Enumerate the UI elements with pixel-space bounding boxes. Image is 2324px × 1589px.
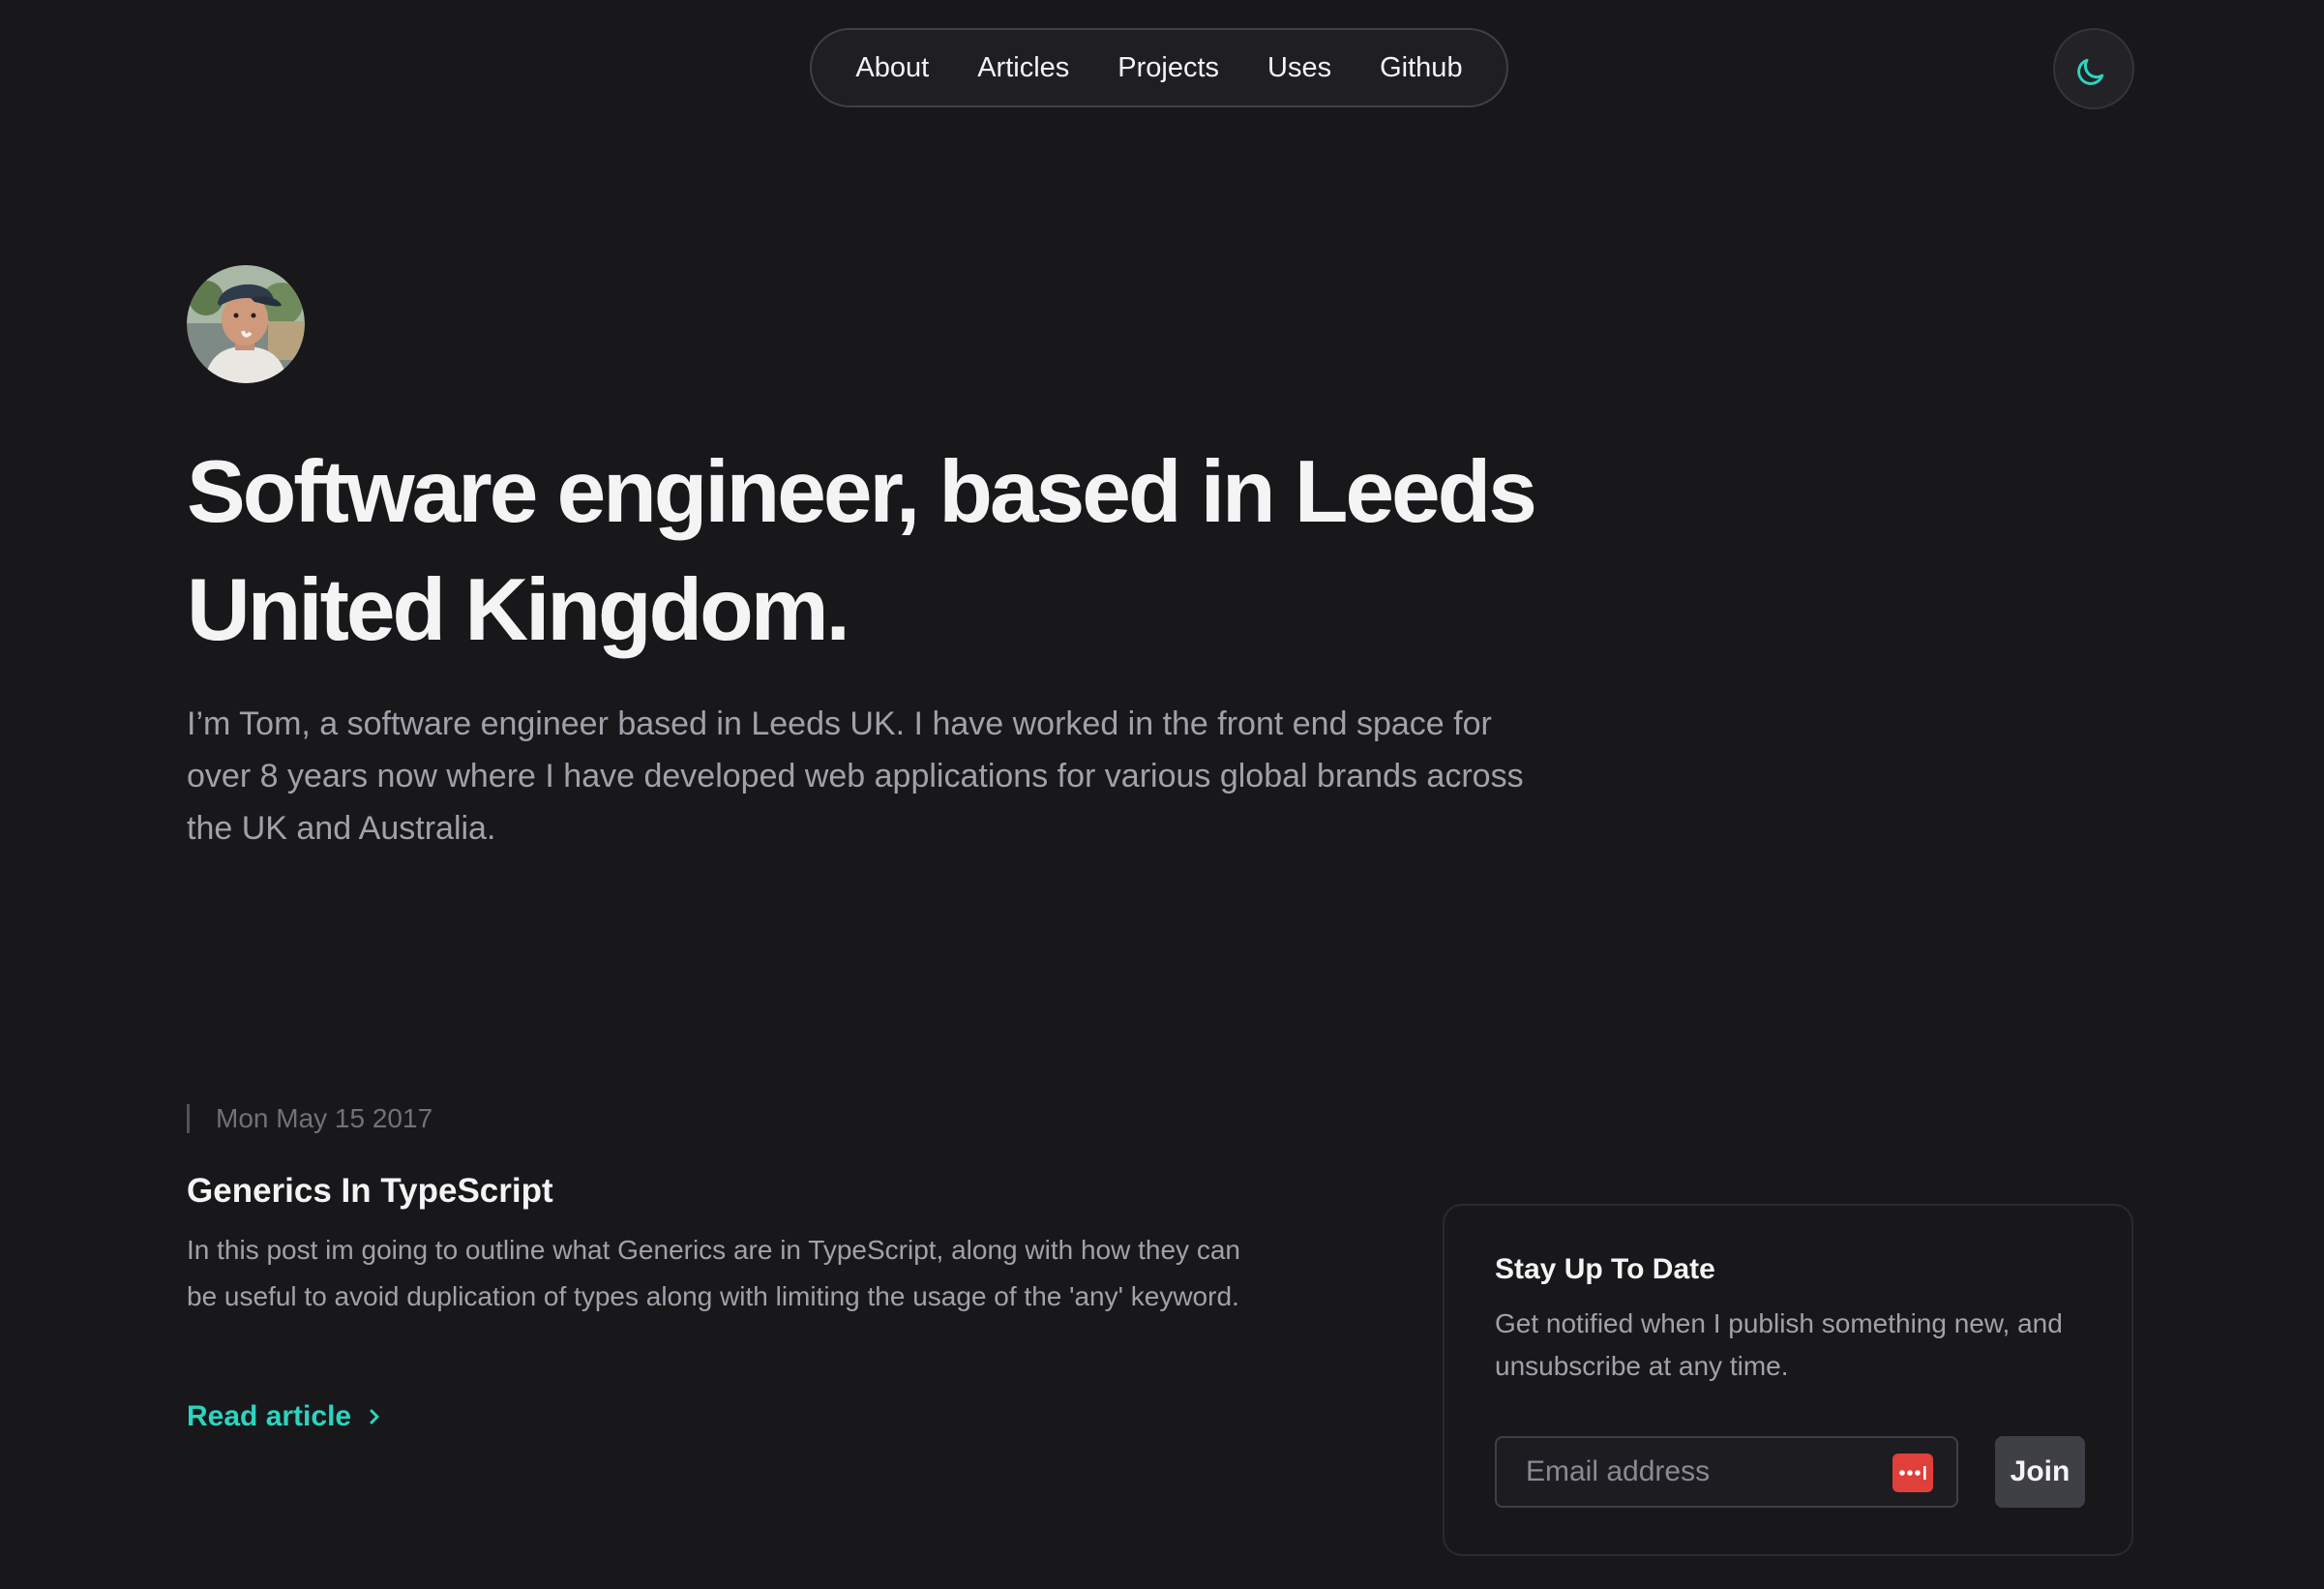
page-title: Software engineer, based in Leeds United… <box>187 434 1619 670</box>
newsletter-title: Stay Up To Date <box>1495 1253 1715 1285</box>
date-divider <box>187 1104 190 1133</box>
profile-photo <box>187 265 305 383</box>
newsletter-description: Get notified when I publish something ne… <box>1495 1308 2063 1381</box>
article-title[interactable]: Generics In TypeScript <box>187 1168 553 1214</box>
email-input[interactable] <box>1497 1438 1956 1506</box>
title-line-2: United Kingdom. <box>187 561 850 659</box>
chevron-right-icon <box>370 1409 379 1424</box>
read-article-link[interactable]: Read article <box>187 1395 382 1438</box>
nav-link-about[interactable]: About <box>855 52 929 84</box>
nav-link-articles[interactable]: Articles <box>977 52 1069 84</box>
nav-link-projects[interactable]: Projects <box>1117 52 1219 84</box>
nav-link-github[interactable]: Github <box>1380 52 1462 84</box>
nav-link-uses[interactable]: Uses <box>1267 52 1331 84</box>
main-nav: About Articles Projects Uses Github <box>810 28 1508 107</box>
avatar <box>187 265 305 383</box>
title-line-1: Software engineer, based in Leeds <box>187 443 1537 541</box>
read-article-label: Read article <box>187 1400 352 1432</box>
intro-text: I’m Tom, a software engineer based in Le… <box>187 705 1524 847</box>
moon-icon <box>2077 58 2104 85</box>
article-date-text: Mon May 15 2017 <box>216 1103 433 1133</box>
join-button[interactable]: Join <box>1995 1436 2085 1508</box>
theme-toggle-button[interactable] <box>2053 28 2134 109</box>
email-field <box>1495 1436 1958 1508</box>
newsletter-form: Stay Up To Date Get notified when I publ… <box>1443 1204 2133 1556</box>
password-manager-icon[interactable] <box>1892 1454 1933 1492</box>
article-description: In this post im going to outline what Ge… <box>187 1235 1240 1311</box>
article-date: Mon May 15 2017 <box>187 1101 432 1136</box>
